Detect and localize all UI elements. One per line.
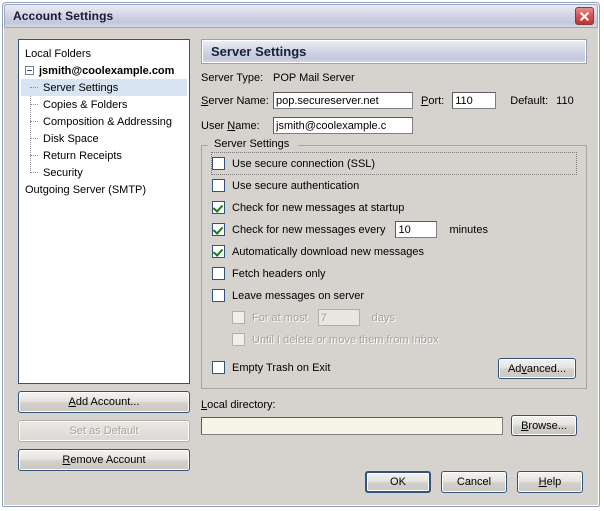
set-as-default-label: Set as Default (69, 425, 138, 437)
help-label: Help (539, 476, 562, 488)
checkbox-label: Automatically download new messages (232, 246, 424, 258)
checkbox-label: Check for new messages at startup (232, 202, 404, 214)
checkbox-label: Empty Trash on Exit (232, 362, 330, 374)
user-name-label: User Name: (201, 120, 273, 132)
tree-item-label: Return Receipts (43, 150, 122, 162)
panel-header: Server Settings (201, 39, 587, 64)
sidebar-item-return-receipts[interactable]: Return Receipts (21, 147, 187, 164)
tree-item-label: Copies & Folders (43, 99, 127, 111)
sidebar-item-composition-addressing[interactable]: Composition & Addressing (21, 113, 187, 130)
cancel-label: Cancel (457, 476, 491, 488)
default-port-label: Default: (510, 95, 548, 107)
tree-item-label: Local Folders (25, 48, 91, 60)
settings-panel: Server Settings Server Type: POP Mail Se… (201, 39, 587, 436)
window-title: Account Settings (13, 9, 113, 23)
checkbox-empty-trash[interactable] (212, 361, 225, 374)
checkbox-fetch-headers[interactable] (212, 267, 225, 280)
sidebar-item-security[interactable]: Security (21, 164, 187, 181)
add-account-button[interactable]: Add Account... (18, 391, 190, 413)
tree-item-label: Composition & Addressing (43, 116, 172, 128)
minus-expander-icon[interactable] (25, 66, 34, 75)
server-type-row: Server Type: POP Mail Server (201, 72, 587, 84)
remove-account-button[interactable]: Remove Account (18, 449, 190, 471)
page-title: Server Settings (211, 44, 306, 59)
port-input[interactable] (452, 92, 496, 109)
checkbox-until-delete (232, 333, 245, 346)
remove-account-label: Remove Account (62, 454, 145, 466)
window-titlebar: Account Settings (4, 4, 598, 28)
port-label: Port: (421, 95, 444, 107)
tree-item-local-folders[interactable]: Local Folders (21, 45, 187, 62)
tree-item-label: jsmith@coolexample.com (39, 65, 174, 77)
user-name-input[interactable] (273, 117, 413, 134)
screen: Account Settings Local Folders jsmith@co… (0, 0, 604, 511)
checkbox-check-at-startup[interactable] (212, 201, 225, 214)
tree-item-label: Security (43, 167, 83, 179)
sidebar-item-outgoing-server[interactable]: Outgoing Server (SMTP) (21, 181, 187, 198)
server-type-label: Server Type: (201, 72, 273, 84)
checkbox-secure-auth[interactable] (212, 179, 225, 192)
groupbox-title: Server Settings (210, 138, 293, 150)
tree-item-label: Disk Space (43, 133, 99, 145)
advanced-button[interactable]: Advanced... (498, 358, 576, 379)
checkbox-label: Use secure authentication (232, 180, 359, 192)
checkbox-label: Fetch headers only (232, 268, 326, 280)
help-button[interactable]: Help (517, 471, 583, 493)
close-icon[interactable] (575, 7, 594, 25)
default-port-value: 110 (556, 95, 574, 107)
checkbox-row-secure-auth[interactable]: Use secure authentication (212, 175, 576, 196)
ok-label: OK (390, 476, 406, 488)
checkbox-label: Leave messages on server (232, 290, 364, 302)
checkbox-label: For at most (252, 312, 308, 324)
server-type-value: POP Mail Server (273, 72, 355, 84)
server-name-row: Server Name: Port: Default: 110 (201, 92, 587, 109)
user-name-row: User Name: (201, 117, 587, 134)
checkbox-label: Use secure connection (SSL) (232, 158, 375, 170)
checkbox-row-leave-on-server[interactable]: Leave messages on server (212, 285, 576, 306)
browse-button[interactable]: Browse... (511, 415, 577, 436)
at-most-days-input (318, 309, 360, 326)
tree-item-label: Outgoing Server (SMTP) (25, 184, 146, 196)
checkbox-row-until-delete: Until I delete or move them from Inbox (212, 329, 576, 350)
sidebar-item-copies-folders[interactable]: Copies & Folders (21, 96, 187, 113)
browse-label: Browse... (521, 420, 567, 432)
server-name-input[interactable] (273, 92, 413, 109)
checkbox-row-check-at-startup[interactable]: Check for new messages at startup (212, 197, 576, 218)
check-interval-input[interactable] (395, 221, 437, 238)
account-settings-dialog: Account Settings Local Folders jsmith@co… (2, 2, 600, 507)
checkbox-row-fetch-headers[interactable]: Fetch headers only (212, 263, 576, 284)
sidebar-item-server-settings[interactable]: Server Settings (21, 79, 187, 96)
checkbox-leave-on-server[interactable] (212, 289, 225, 302)
at-most-unit: days (372, 312, 395, 324)
checkbox-label: Until I delete or move them from Inbox (252, 334, 438, 346)
account-tree[interactable]: Local Folders jsmith@coolexample.com Ser… (18, 39, 190, 384)
checkbox-ssl[interactable] (212, 157, 225, 170)
ok-button[interactable]: OK (365, 471, 431, 493)
checkbox-row-for-at-most: For at most days (212, 307, 576, 328)
sidebar: Local Folders jsmith@coolexample.com Ser… (18, 39, 190, 471)
checkbox-auto-download[interactable] (212, 245, 225, 258)
checkbox-row-ssl[interactable]: Use secure connection (SSL) (212, 153, 576, 174)
local-directory-label: Local directory: (201, 399, 587, 411)
cancel-button[interactable]: Cancel (441, 471, 507, 493)
advanced-label: Advanced... (508, 363, 566, 375)
check-interval-unit: minutes (449, 224, 488, 236)
tree-item-account[interactable]: jsmith@coolexample.com (21, 62, 187, 79)
checkbox-check-every[interactable] (212, 223, 225, 236)
dialog-footer: OK Cancel Help (365, 471, 583, 493)
server-settings-group: Server Settings Use secure connection (S… (201, 145, 587, 389)
tree-item-label: Server Settings (43, 82, 118, 94)
set-as-default-button: Set as Default (18, 420, 190, 442)
server-name-label: Server Name: (201, 95, 273, 107)
local-directory-input[interactable] (201, 417, 503, 435)
sidebar-item-disk-space[interactable]: Disk Space (21, 130, 187, 147)
local-directory-row: Browse... (201, 415, 587, 436)
tree-children: Server Settings Copies & Folders Composi… (21, 79, 187, 181)
dialog-body: Local Folders jsmith@coolexample.com Ser… (4, 29, 598, 505)
add-account-label: Add Account... (69, 396, 140, 408)
checkbox-for-at-most (232, 311, 245, 324)
checkbox-row-auto-download[interactable]: Automatically download new messages (212, 241, 576, 262)
checkbox-row-check-every[interactable]: Check for new messages every minutes (212, 219, 576, 240)
checkbox-label: Check for new messages every (232, 224, 385, 236)
